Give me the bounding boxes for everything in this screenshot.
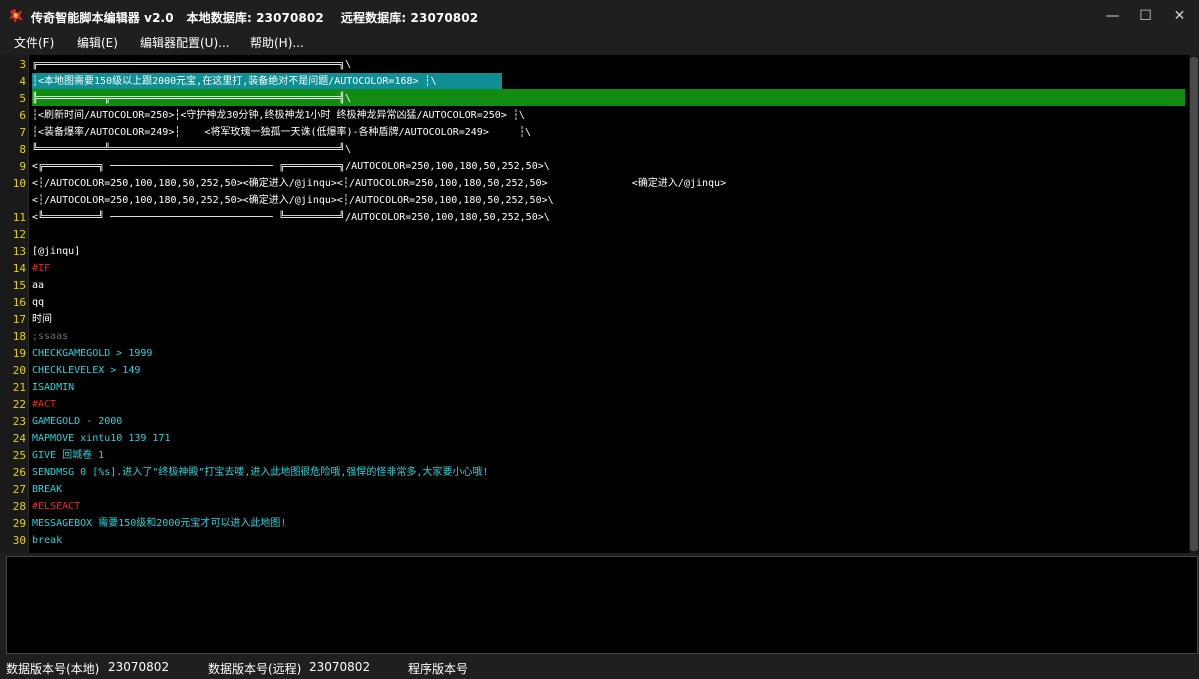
line-number: 24 [12, 432, 26, 445]
maximize-button[interactable]: ☐ [1129, 0, 1162, 32]
window-title: 传奇智能脚本编辑器 v2.0 本地数据库: 23070802 远程数据库: 23… [31, 11, 479, 25]
line-number: 23 [12, 415, 26, 428]
line-number: 20 [12, 364, 26, 377]
status-bar: 数据版本号(本地) 23070802 数据版本号(远程) 23070802 程序… [0, 657, 1199, 679]
minimize-button[interactable]: — [1096, 0, 1129, 32]
local-version-label: 数据版本号(本地) [6, 662, 100, 676]
line-number: 28 [12, 500, 26, 513]
line-number: 17 [12, 313, 26, 326]
line-number: 7 [19, 126, 26, 139]
code-line[interactable]: #ACT [32, 396, 56, 413]
line-number: 15 [12, 279, 26, 292]
line-number-gutter: 3 4 5 6 7 8 9 10 11 12 13 14 15 16 17 18 19 20 21 22 23 24 25 2… [0, 55, 29, 553]
code-line[interactable]: ┆<装备爆率/AUTOCOLOR=249>┆ <将军玫瑰一独孤一天诛(低爆率)-… [32, 124, 531, 141]
line-number: 11 [12, 211, 26, 224]
code-line[interactable]: MESSAGEBOX 需要150级和2000元宝才可以进入此地图! [32, 515, 286, 532]
code-line[interactable]: #ELSEACT [32, 498, 80, 515]
code-line[interactable]: [@jinqu] [32, 243, 80, 260]
line-number: 5 [19, 92, 26, 105]
code-line[interactable]: ISADMIN [32, 379, 74, 396]
line-number: 22 [12, 398, 26, 411]
line-number: 10 [12, 177, 26, 190]
title-bar: 传奇智能脚本编辑器 v2.0 本地数据库: 23070802 远程数据库: 23… [0, 0, 1199, 32]
gutter-divider [28, 55, 29, 553]
code-line[interactable]: <╚═════════╝ ───────────────────────────… [32, 209, 550, 226]
code-line[interactable]: BREAK [32, 481, 62, 498]
line-number: 21 [12, 381, 26, 394]
line-number: 29 [12, 517, 26, 530]
code-line[interactable]: aa [32, 277, 44, 294]
code-line[interactable]: ╚═══════════╩═══════════════════════════… [32, 141, 351, 158]
output-panel[interactable] [6, 556, 1198, 654]
code-line[interactable]: <┆/AUTOCOLOR=250,100,180,50,252,50><确定进入… [32, 192, 554, 209]
menu-edit[interactable]: 编辑(E) [77, 34, 118, 51]
line-number: 4 [19, 75, 26, 88]
line-number: 19 [12, 347, 26, 360]
line-number: 8 [19, 143, 26, 156]
code-line[interactable]: ╠═══════════╦═══════════════════════════… [32, 90, 351, 107]
code-editor[interactable]: 3 4 5 6 7 8 9 10 11 12 13 14 15 16 17 18 19 20 21 22 23 24 25 2… [0, 55, 1199, 553]
line-number: 9 [19, 160, 26, 173]
code-line[interactable]: MAPMOVE xintu10 139 171 [32, 430, 170, 447]
line-number: 3 [19, 58, 26, 71]
code-line[interactable]: CHECKLEVELEX > 149 [32, 362, 140, 379]
code-line[interactable]: break [32, 532, 62, 549]
code-line[interactable]: qq [32, 294, 44, 311]
line-number: 6 [19, 109, 26, 122]
menu-help[interactable]: 帮助(H)... [250, 34, 304, 51]
line-number: 18 [12, 330, 26, 343]
menu-bar: 文件(F) 编辑(E) 编辑器配置(U)... 帮助(H)... [0, 32, 1199, 53]
program-version-label: 程序版本号 [408, 662, 469, 676]
line-number: 27 [12, 483, 26, 496]
scrollbar-thumb[interactable] [1190, 57, 1198, 551]
line-number: 30 [12, 534, 26, 547]
line-number: 26 [12, 466, 26, 479]
code-line[interactable]: GIVE 回城卷 1 [32, 447, 104, 464]
code-line[interactable]: SENDMSG 0 [%s].进入了"终极神殿"打宝去喽,进入此地图很危险哦,强… [32, 464, 488, 481]
line-number: 14 [12, 262, 26, 275]
code-line[interactable]: <┆/AUTOCOLOR=250,100,180,50,252,50><确定进入… [32, 175, 726, 192]
code-line[interactable]: ;ssaas [32, 328, 68, 345]
menu-editor-config[interactable]: 编辑器配置(U)... [140, 34, 230, 51]
remote-version-label: 数据版本号(远程) [208, 662, 302, 676]
line-number: 13 [12, 245, 26, 258]
code-line[interactable]: ┆<本地图需要150级以上跟2000元宝,在这里打,装备绝对不是问题/AUTOC… [32, 73, 437, 90]
app-logo-icon [9, 9, 23, 23]
close-button[interactable]: ✕ [1163, 0, 1196, 32]
code-line[interactable]: CHECKGAMEGOLD > 1999 [32, 345, 152, 362]
code-line[interactable]: ╔═══════════════════════════════════════… [32, 56, 351, 73]
code-line[interactable]: 时间 [32, 311, 52, 328]
code-line[interactable]: GAMEGOLD - 2000 [32, 413, 122, 430]
menu-file[interactable]: 文件(F) [14, 34, 54, 51]
remote-version-value: 23070802 [309, 660, 371, 674]
local-version-value: 23070802 [108, 660, 170, 674]
code-line[interactable]: <╔═════════╗ ───────────────────────────… [32, 158, 550, 175]
code-line[interactable]: #IF [32, 260, 50, 277]
line-number: 12 [12, 228, 26, 241]
line-number: 16 [12, 296, 26, 309]
line-number: 25 [12, 449, 26, 462]
code-line[interactable]: ┆<刷新时间/AUTOCOLOR=250>┆<守护神龙30分钟,终极神龙1小时 … [32, 107, 525, 124]
